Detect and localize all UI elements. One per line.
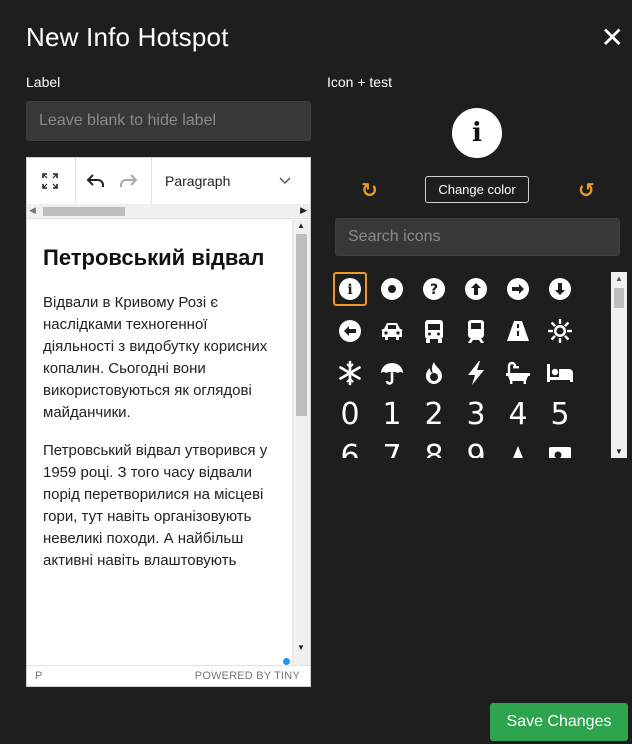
letter-a-icon[interactable] bbox=[501, 440, 535, 458]
question-icon[interactable]: ? bbox=[417, 272, 451, 306]
label-input[interactable] bbox=[26, 101, 311, 141]
powered-by-link[interactable]: POWERED BY TINY bbox=[195, 670, 300, 682]
undo-icon[interactable] bbox=[81, 166, 111, 196]
circle-icon[interactable] bbox=[375, 272, 409, 306]
road-icon[interactable] bbox=[501, 314, 535, 348]
content-paragraph: Відвали в Кривому Розі є наслідками техн… bbox=[43, 294, 268, 421]
block-format-select[interactable]: Paragraph bbox=[153, 166, 301, 196]
car-icon[interactable] bbox=[375, 314, 409, 348]
chevron-down-icon bbox=[279, 177, 291, 184]
icon-grid-scrollbar[interactable]: ▲ ▼ bbox=[611, 272, 627, 458]
save-changes-button[interactable]: Save Changes bbox=[490, 703, 628, 741]
bed-icon[interactable] bbox=[543, 356, 577, 390]
digit-nine-icon[interactable]: 9 bbox=[459, 440, 493, 459]
digit-eight-icon[interactable]: 8 bbox=[417, 440, 451, 459]
horizontal-scrollbar[interactable]: ◀ ▶ bbox=[27, 204, 310, 219]
info-icon: i bbox=[472, 118, 482, 148]
arrow-down-icon[interactable] bbox=[543, 272, 577, 306]
toolbar-divider bbox=[151, 158, 152, 204]
digit-six-icon[interactable]: 6 bbox=[333, 440, 367, 459]
scroll-thumb[interactable] bbox=[296, 234, 307, 416]
block-format-value: Paragraph bbox=[165, 173, 231, 189]
icon-heading: Icon + test bbox=[327, 74, 392, 90]
digit-two-icon[interactable]: 2 bbox=[417, 398, 451, 432]
rotate-right-icon[interactable]: ↺ bbox=[578, 178, 595, 203]
umbrella-icon[interactable] bbox=[375, 356, 409, 390]
scroll-down-icon[interactable]: ▼ bbox=[615, 447, 623, 456]
redo-icon[interactable] bbox=[113, 166, 143, 196]
arrow-right-icon[interactable] bbox=[501, 272, 535, 306]
editor-toolbar: Paragraph bbox=[27, 158, 310, 205]
arrow-up-icon[interactable] bbox=[459, 272, 493, 306]
vertical-scrollbar[interactable]: ▲ ▼ bbox=[292, 220, 310, 666]
info-icon[interactable]: i bbox=[333, 272, 367, 306]
svg-text:?: ? bbox=[430, 282, 438, 298]
fire-icon[interactable] bbox=[417, 356, 451, 390]
digit-five-icon[interactable]: 5 bbox=[543, 398, 577, 432]
svg-text:i: i bbox=[347, 282, 352, 298]
scroll-thumb[interactable] bbox=[43, 207, 125, 216]
digit-zero-icon[interactable]: 0 bbox=[333, 398, 367, 432]
content-heading: Петровський відвал bbox=[43, 245, 265, 270]
scroll-right-icon[interactable]: ▶ bbox=[300, 205, 307, 216]
icon-preview: i bbox=[452, 108, 502, 158]
scroll-thumb[interactable] bbox=[614, 288, 624, 308]
scroll-left-icon[interactable]: ◀ bbox=[29, 205, 36, 216]
toolbar-divider bbox=[75, 158, 76, 204]
arrow-left-icon[interactable] bbox=[333, 314, 367, 348]
digit-four-icon[interactable]: 4 bbox=[501, 398, 535, 432]
bath-icon[interactable] bbox=[501, 356, 535, 390]
hotspot-dialog: New Info Hotspot ✕ Label Icon + test Par… bbox=[0, 0, 632, 744]
digit-three-icon[interactable]: 3 bbox=[459, 398, 493, 432]
scroll-up-icon[interactable]: ▲ bbox=[615, 274, 623, 283]
rich-text-editor: Paragraph ◀ ▶ Петровський відвал Відвали… bbox=[26, 157, 311, 687]
sun-icon[interactable] bbox=[543, 314, 577, 348]
change-color-button[interactable]: Change color bbox=[425, 176, 529, 203]
bus-icon[interactable] bbox=[417, 314, 451, 348]
icon-grid: i ? 0 1 2 3 4 5 6 7 8 9 bbox=[333, 272, 603, 458]
resize-handle[interactable] bbox=[283, 658, 290, 665]
dialog-title: New Info Hotspot bbox=[26, 22, 229, 52]
rotate-left-icon[interactable]: ↻ bbox=[361, 178, 378, 203]
close-icon[interactable]: ✕ bbox=[601, 24, 624, 52]
bolt-icon[interactable] bbox=[459, 356, 493, 390]
editor-statusbar: P POWERED BY TINY bbox=[27, 665, 310, 686]
digit-one-icon[interactable]: 1 bbox=[375, 398, 409, 432]
label-heading: Label bbox=[26, 74, 61, 90]
train-icon[interactable] bbox=[459, 314, 493, 348]
element-path[interactable]: P bbox=[35, 670, 42, 682]
fullscreen-icon[interactable] bbox=[35, 166, 65, 196]
snowflake-icon[interactable] bbox=[333, 356, 367, 390]
editor-content[interactable]: Петровський відвал Відвали в Кривому Роз… bbox=[27, 220, 293, 666]
portrait-icon[interactable] bbox=[543, 440, 577, 458]
digit-seven-icon[interactable]: 7 bbox=[375, 440, 409, 459]
scroll-down-icon[interactable]: ▼ bbox=[297, 643, 305, 652]
search-icons-input[interactable] bbox=[335, 218, 620, 256]
scroll-up-icon[interactable]: ▲ bbox=[297, 221, 305, 230]
content-paragraph: Петровський відвал утворився у 1959 році… bbox=[43, 442, 268, 569]
